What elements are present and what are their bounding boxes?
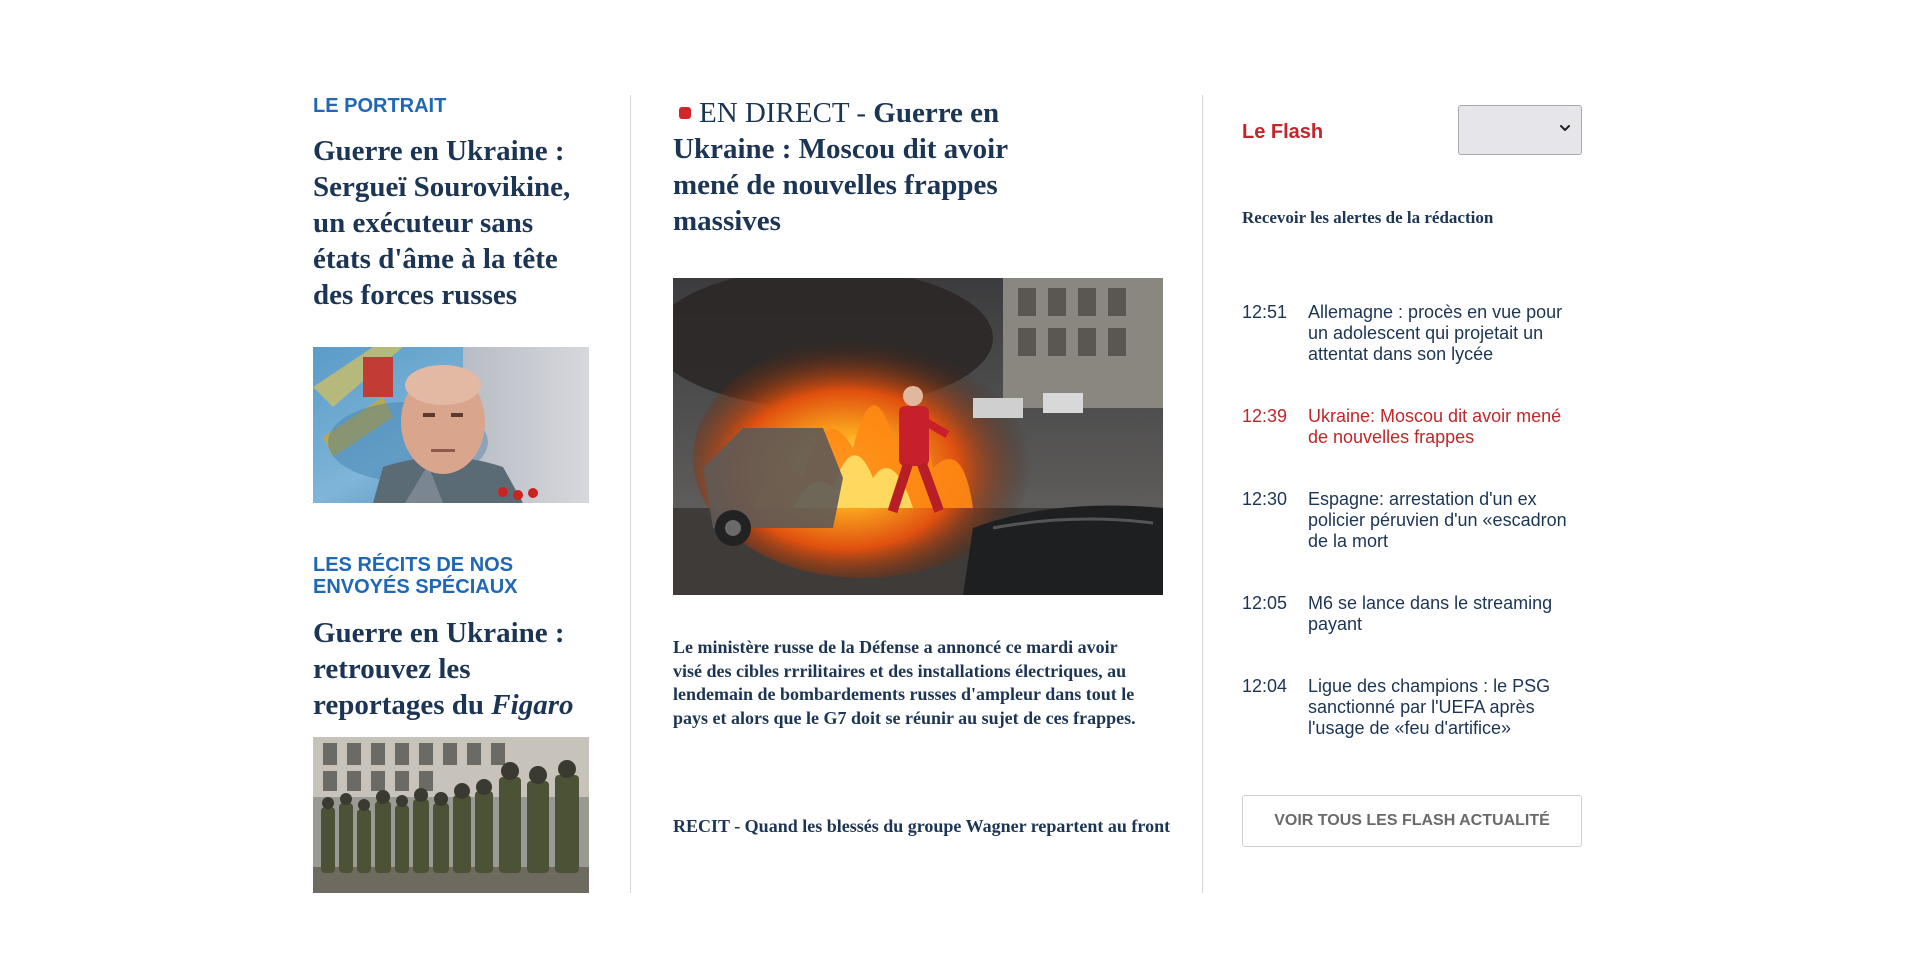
flash-time: 12:30 bbox=[1242, 489, 1288, 509]
flash-text: M6 se lance dans le streaming payant bbox=[1308, 593, 1553, 634]
alerts-signup-link[interactable]: Recevoir les alertes de la rédaction bbox=[1242, 208, 1493, 228]
flash-text: Ligue des champions : le PSG sanctionné … bbox=[1308, 676, 1551, 738]
portrait-kicker[interactable]: LE PORTRAIT bbox=[313, 95, 446, 117]
flash-time: 12:39 bbox=[1242, 406, 1288, 426]
flash-text: Allemagne : procès en vue pour un adoles… bbox=[1308, 302, 1563, 364]
flash-time: 12:51 bbox=[1242, 302, 1288, 322]
flash-text: Espagne: arrestation d'un ex policier pé… bbox=[1308, 489, 1567, 551]
general-portrait-image bbox=[313, 347, 589, 503]
soldiers-image bbox=[313, 737, 589, 893]
recits-headline[interactable]: Guerre en Ukraine : retrouvez les report… bbox=[313, 615, 589, 723]
column-divider-left bbox=[630, 95, 631, 893]
portrait-headline[interactable]: Guerre en Ukraine : Sergueï Sourovikine,… bbox=[313, 133, 589, 313]
recits-kicker[interactable]: LES RÉCITS DE NOS ENVOYÉS SPÉCIAUX bbox=[313, 554, 553, 598]
recits-headline-figaro: Figaro bbox=[491, 689, 574, 721]
related-article-link[interactable]: RECIT - Quand les blessés du groupe Wagn… bbox=[673, 815, 1173, 839]
chevron-down-icon bbox=[1560, 125, 1570, 131]
see-all-flash-button[interactable]: VOIR TOUS LES FLASH ACTUALITÉ bbox=[1242, 795, 1582, 847]
live-dot-icon bbox=[679, 107, 691, 120]
portrait-photo[interactable] bbox=[313, 347, 589, 503]
main-hero-photo[interactable] bbox=[673, 278, 1163, 595]
column-divider-right bbox=[1202, 95, 1203, 893]
main-summary: Le ministère russe de la Défense a annon… bbox=[673, 637, 1136, 728]
flash-time: 12:04 bbox=[1242, 676, 1288, 696]
burning-car-image bbox=[673, 278, 1163, 595]
flash-text: Ukraine: Moscou dit avoir mené de nouvel… bbox=[1308, 406, 1562, 447]
recits-photo[interactable] bbox=[313, 737, 589, 893]
flash-time: 12:05 bbox=[1242, 593, 1288, 613]
main-headline[interactable]: EN DIRECT - Guerre en Ukraine : Moscou d… bbox=[673, 95, 1073, 239]
flash-title: Le Flash bbox=[1242, 121, 1324, 143]
live-label: EN DIRECT - bbox=[699, 97, 867, 129]
flash-category-select[interactable] bbox=[1458, 105, 1582, 155]
